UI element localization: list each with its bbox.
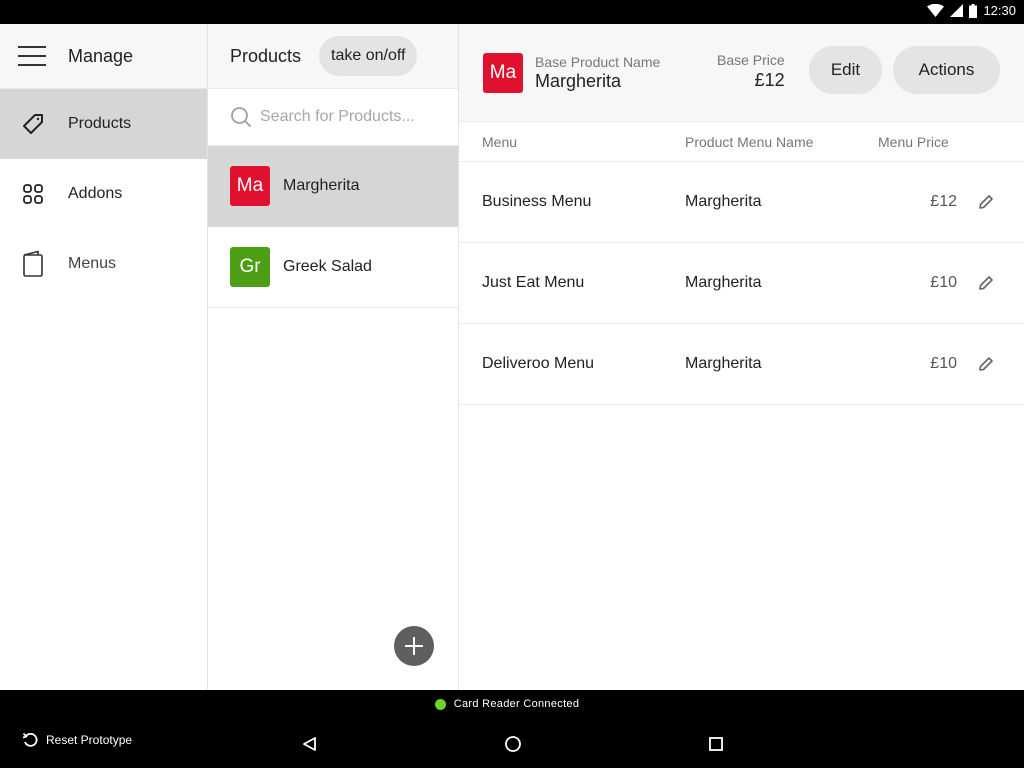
hamburger-menu-icon[interactable] (18, 46, 46, 66)
add-product-button[interactable] (394, 626, 434, 666)
grid-icon (20, 181, 46, 207)
column-header-product-menu-name: Product Menu Name (685, 133, 814, 150)
actions-button[interactable]: Actions (893, 46, 1000, 94)
sidebar: Manage Products Addons Menus (0, 24, 208, 690)
product-avatar: Ma (230, 166, 270, 206)
battery-icon (969, 3, 978, 18)
plus-icon (405, 637, 423, 655)
sidebar-item-menus[interactable]: Menus (0, 229, 207, 299)
base-price: Base Price £12 (717, 52, 785, 91)
search-icon (231, 107, 251, 127)
wifi-icon (927, 4, 945, 17)
sidebar-title: Manage (68, 45, 134, 66)
base-price-label: Base Price (717, 52, 785, 68)
product-detail-panel: Ma Base Product Name Margherita Base Pri… (459, 24, 1024, 690)
cellular-signal-icon (950, 4, 964, 17)
reset-prototype-label: Reset Prototype (46, 733, 133, 747)
menu-price-cell: £10 (930, 355, 957, 372)
product-avatar: Ma (483, 52, 523, 93)
table-row: Deliveroo Menu Margherita £10 (459, 324, 1024, 405)
column-header-menu: Menu (482, 133, 518, 150)
menu-cell: Deliveroo Menu (482, 355, 595, 372)
product-name: Greek Salad (283, 258, 372, 275)
base-product-name-label: Base Product Name (535, 53, 661, 70)
card-reader-status-text: Card Reader Connected (453, 698, 580, 710)
tag-icon (20, 111, 46, 137)
back-triangle-icon (303, 737, 316, 751)
sidebar-item-label: Menus (68, 255, 117, 272)
home-circle-icon (505, 736, 521, 752)
reset-prototype-button[interactable]: Reset Prototype (22, 732, 132, 748)
product-menu-name-cell: Margherita (685, 274, 762, 291)
recents-button[interactable] (706, 734, 726, 754)
products-panel-header: Products take on/off (208, 24, 458, 89)
status-dot-icon (434, 698, 446, 710)
system-status-bar: 12:30 (0, 0, 1024, 24)
sidebar-header: Manage (0, 24, 207, 89)
take-on-off-button[interactable]: take on/off (319, 36, 418, 76)
system-navigation-bar: Card Reader Connected Reset Prototype (0, 690, 1024, 768)
table-row: Just Eat Menu Margherita £10 (459, 243, 1024, 324)
product-list-item-greek-salad[interactable]: Gr Greek Salad (208, 227, 458, 308)
pencil-icon[interactable] (977, 355, 995, 373)
card-reader-status: Card Reader Connected (0, 698, 1024, 710)
pencil-icon[interactable] (977, 274, 995, 292)
sidebar-item-products[interactable]: Products (0, 89, 207, 159)
reset-icon (22, 732, 38, 747)
menu-cell: Just Eat Menu (482, 274, 585, 291)
products-panel-title: Products (230, 45, 302, 66)
back-button[interactable] (299, 734, 319, 754)
sidebar-item-label: Products (68, 115, 132, 132)
product-avatar: Gr (230, 247, 270, 287)
edit-button[interactable]: Edit (809, 46, 882, 94)
menu-cell: Business Menu (482, 193, 592, 210)
table-row: Business Menu Margherita £12 (459, 162, 1024, 243)
search-input[interactable] (260, 108, 450, 126)
base-product-name-value: Margherita (535, 70, 622, 91)
sidebar-item-addons[interactable]: Addons (0, 159, 207, 229)
product-detail-header: Ma Base Product Name Margherita Base Pri… (459, 24, 1024, 122)
home-button[interactable] (503, 734, 523, 754)
product-search (208, 89, 458, 146)
menu-price-cell: £10 (930, 274, 957, 291)
menu-table-header: Menu Product Menu Name Menu Price (459, 122, 1024, 162)
base-product-name: Base Product Name Margherita (535, 54, 660, 92)
product-list-item-margherita[interactable]: Ma Margherita (208, 146, 458, 227)
recents-square-icon (709, 737, 723, 751)
sidebar-item-label: Addons (68, 185, 123, 202)
products-panel: Products take on/off Ma Margherita Gr Gr… (208, 24, 459, 690)
product-menu-name-cell: Margherita (685, 193, 762, 210)
base-price-value: £12 (754, 70, 785, 90)
product-menu-name-cell: Margherita (685, 355, 762, 372)
pencil-icon[interactable] (977, 193, 995, 211)
product-name: Margherita (283, 177, 360, 194)
menu-book-icon (20, 250, 46, 277)
clock-time: 12:30 (983, 3, 1016, 18)
menu-price-cell: £12 (930, 193, 957, 210)
column-header-menu-price: Menu Price (878, 133, 949, 150)
app-window: Manage Products Addons Menus Products ta… (0, 24, 1024, 690)
